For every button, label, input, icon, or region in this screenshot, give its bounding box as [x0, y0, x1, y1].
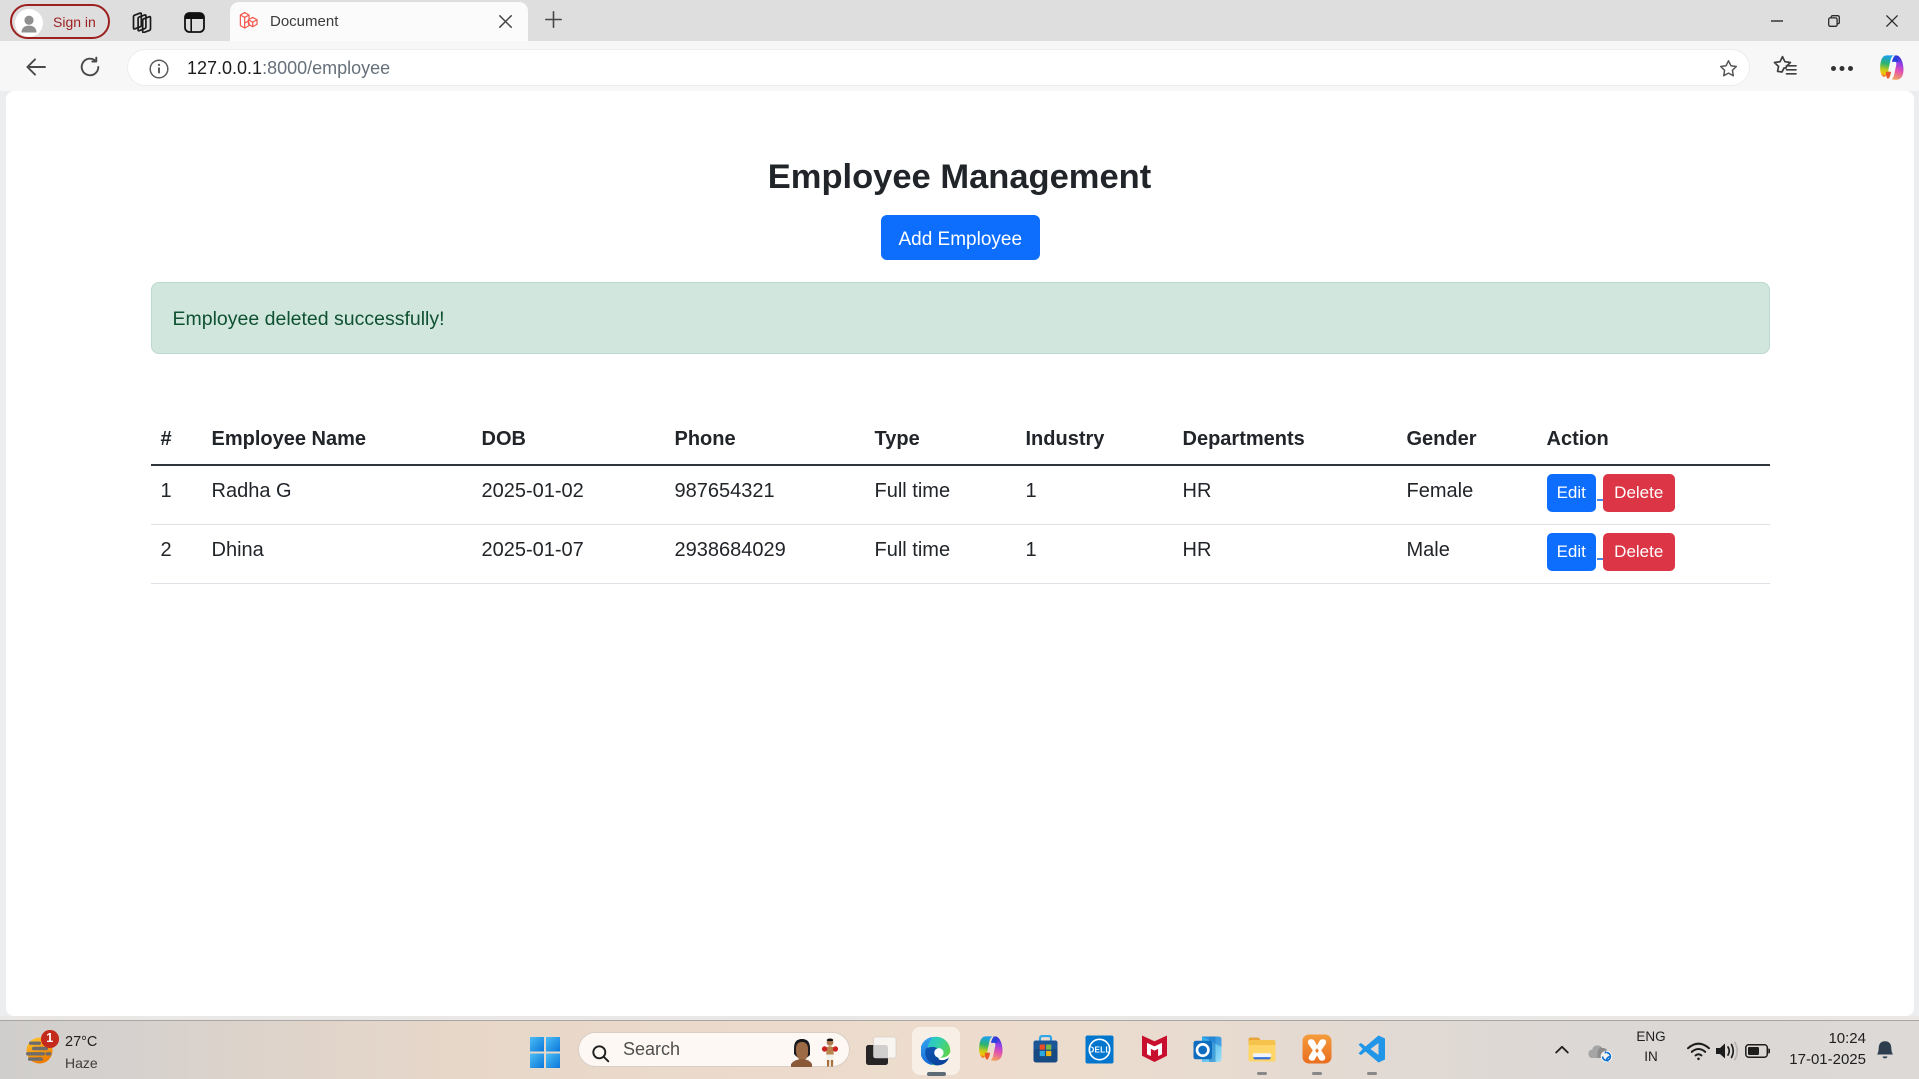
- svg-text:DELL: DELL: [1088, 1046, 1110, 1055]
